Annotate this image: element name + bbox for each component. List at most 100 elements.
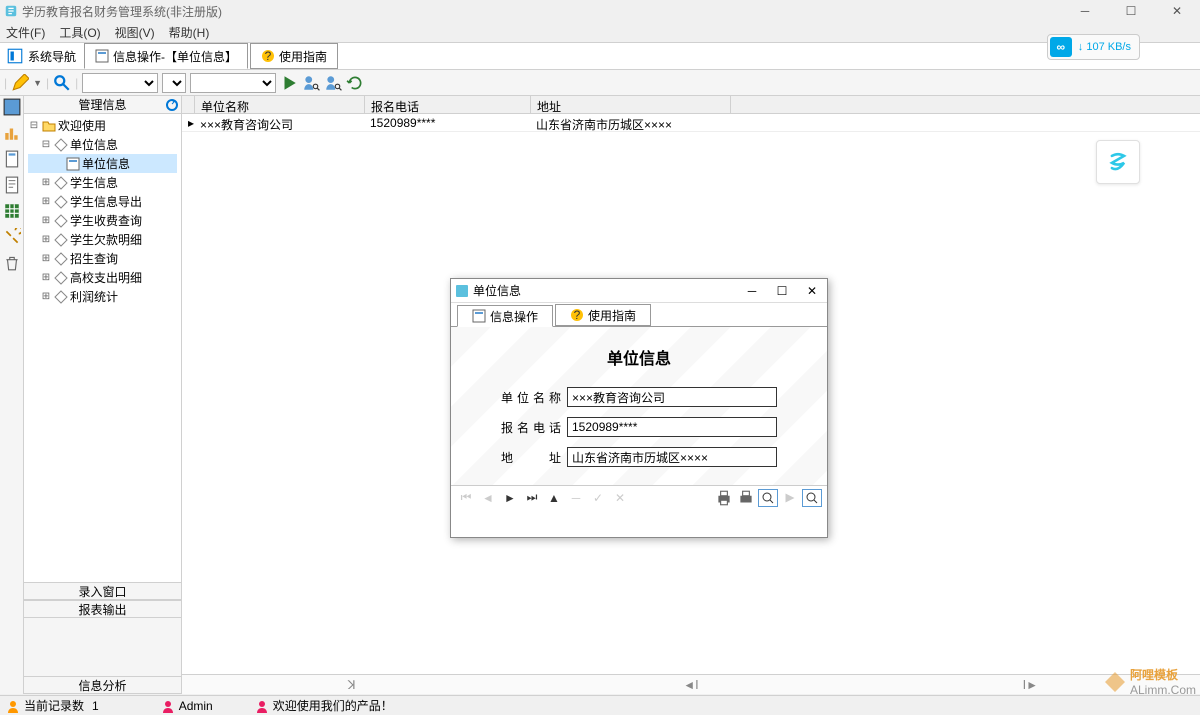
diamond-icon <box>54 233 68 247</box>
s-logo-icon <box>1105 149 1131 175</box>
arrow-icon[interactable] <box>780 489 800 507</box>
person-search-icon-2[interactable] <box>324 74 342 92</box>
tree-fee-query[interactable]: ⊞学生收费查询 <box>28 211 177 230</box>
label-name: 单位名称 <box>501 389 561 406</box>
pencil-icon[interactable] <box>11 74 29 92</box>
close-button[interactable]: ✕ <box>1154 0 1200 22</box>
first-page-icon[interactable]: ꓘ <box>182 678 521 692</box>
help-icon: ? <box>261 49 275 63</box>
tab-guide[interactable]: ? 使用指南 <box>250 43 338 69</box>
combo-1[interactable] <box>82 73 158 93</box>
input-addr[interactable] <box>567 447 777 467</box>
titlebar: 学历教育报名财务管理系统(非注册版) ─ ☐ ✕ <box>0 0 1200 22</box>
search-doc-icon[interactable] <box>758 489 778 507</box>
nav-last-icon[interactable]: ⏭ <box>521 490 543 505</box>
tree-unit-info-sub[interactable]: 单位信息 <box>28 154 177 173</box>
main-tabs: 系统导航 信息操作-【单位信息】 ? 使用指南 <box>0 42 1200 70</box>
dialog-tab-operate[interactable]: 信息操作 <box>457 305 553 327</box>
tree-root[interactable]: ⊟ 欢迎使用 <box>28 116 177 135</box>
watermark-logo-icon <box>1100 667 1130 697</box>
grid-icon[interactable] <box>3 202 21 220</box>
table-row[interactable]: ▸ ×××教育咨询公司 1520989**** 山东省济南市历城区×××× <box>182 114 1200 132</box>
chart-icon[interactable] <box>3 124 21 142</box>
window-icon[interactable] <box>3 98 21 116</box>
dialog-tabs: 信息操作 ? 使用指南 <box>451 303 827 327</box>
tree-debt-detail[interactable]: ⊞学生欠款明细 <box>28 230 177 249</box>
grid-header: 单位名称 报名电话 地址 <box>182 96 1200 114</box>
help-icon: ? <box>570 308 584 322</box>
status-records: 当前记录数 <box>24 697 84 714</box>
sidebar-refresh-icon[interactable] <box>165 98 179 112</box>
trash-icon[interactable] <box>3 254 21 272</box>
menu-view[interactable]: 视图(V) <box>115 24 155 41</box>
nav-label[interactable]: 系统导航 <box>28 48 76 65</box>
dialog-tab-guide[interactable]: ? 使用指南 <box>555 304 651 326</box>
floating-logo[interactable] <box>1096 140 1140 184</box>
person-search-icon[interactable] <box>302 74 320 92</box>
status-count: 1 <box>92 699 99 713</box>
nav-first-icon[interactable]: ⏮ <box>455 490 477 505</box>
user-pink-icon <box>161 699 175 713</box>
dialog-heading: 单位信息 <box>459 335 819 387</box>
section-entry[interactable]: 录入窗口 <box>24 582 181 600</box>
tree-unit-info[interactable]: ⊟ 单位信息 <box>28 135 177 154</box>
dialog-maximize-button[interactable]: ☐ <box>767 279 797 303</box>
col-name[interactable]: 单位名称 <box>195 96 365 113</box>
dialog-close-button[interactable]: ✕ <box>797 279 827 303</box>
tree-school-expense[interactable]: ⊞高校支出明细 <box>28 268 177 287</box>
print2-icon[interactable] <box>736 489 756 507</box>
maximize-button[interactable]: ☐ <box>1108 0 1154 22</box>
sidebar-header: 管理信息 <box>24 96 181 114</box>
app-icon <box>4 4 18 18</box>
dialog-minimize-button[interactable]: ─ <box>737 279 767 303</box>
prev-page-icon[interactable]: ◄ꓲ <box>521 678 860 692</box>
nav-check-icon[interactable]: ✓ <box>587 491 609 505</box>
nav-cancel-icon[interactable]: ✕ <box>609 491 631 505</box>
combo-3[interactable] <box>190 73 276 93</box>
find-icon[interactable] <box>53 74 71 92</box>
pagination: ꓘ ◄ꓲ ꓲ► <box>182 674 1200 694</box>
watermark: 阿哩模板 ALimm.Com <box>1100 666 1196 697</box>
tree-enroll-query[interactable]: ⊞招生查询 <box>28 249 177 268</box>
menu-file[interactable]: 文件(F) <box>6 24 45 41</box>
play-icon[interactable] <box>280 74 298 92</box>
speed-value: ↓ 107 KB/s <box>1078 41 1131 53</box>
tree-profit-stats[interactable]: ⊞利润统计 <box>28 287 177 306</box>
refresh-icon[interactable] <box>346 74 364 92</box>
nav-up-icon[interactable]: ▲ <box>543 491 565 505</box>
section-report[interactable]: 报表输出 <box>24 600 181 618</box>
nav-down-icon[interactable]: ─ <box>565 491 587 505</box>
form-icon <box>472 309 486 323</box>
tree-student-info[interactable]: ⊞学生信息 <box>28 173 177 192</box>
nav-icon[interactable] <box>6 47 24 65</box>
nav-next-icon[interactable]: ► <box>499 491 521 505</box>
input-name[interactable] <box>567 387 777 407</box>
tab-unit-info[interactable]: 信息操作-【单位信息】 <box>84 43 248 69</box>
tree-student-export[interactable]: ⊞学生信息导出 <box>28 192 177 211</box>
search2-icon[interactable] <box>802 489 822 507</box>
tools-icon[interactable] <box>3 228 21 246</box>
menu-tools[interactable]: 工具(O) <box>59 24 100 41</box>
dialog-body: 单位信息 单位名称 报名电话 地 址 <box>451 327 827 485</box>
combo-2[interactable] <box>162 73 186 93</box>
cloud-icon: ∞ <box>1050 37 1072 57</box>
label-phone: 报名电话 <box>501 419 561 436</box>
unit-info-dialog: 单位信息 ─ ☐ ✕ 信息操作 ? 使用指南 单位信息 单位名称 报名电话 地 … <box>450 278 828 538</box>
diamond-icon <box>54 214 68 228</box>
dialog-nav: ⏮ ◄ ► ⏭ ▲ ─ ✓ ✕ <box>451 485 827 509</box>
diamond-icon <box>54 290 68 304</box>
doc2-icon[interactable] <box>3 176 21 194</box>
doc-icon[interactable] <box>3 150 21 168</box>
input-phone[interactable] <box>567 417 777 437</box>
section-analysis[interactable]: 信息分析 <box>24 676 181 694</box>
print-icon[interactable] <box>714 489 734 507</box>
menu-help[interactable]: 帮助(H) <box>169 24 210 41</box>
col-addr[interactable]: 地址 <box>531 96 731 113</box>
minimize-button[interactable]: ─ <box>1062 0 1108 22</box>
dialog-titlebar[interactable]: 单位信息 ─ ☐ ✕ <box>451 279 827 303</box>
col-phone[interactable]: 报名电话 <box>365 96 531 113</box>
app-title: 学历教育报名财务管理系统(非注册版) <box>22 3 222 20</box>
diamond-icon <box>54 252 68 266</box>
nav-prev-icon[interactable]: ◄ <box>477 491 499 505</box>
toolbar: | ▼ | | <box>0 70 1200 96</box>
